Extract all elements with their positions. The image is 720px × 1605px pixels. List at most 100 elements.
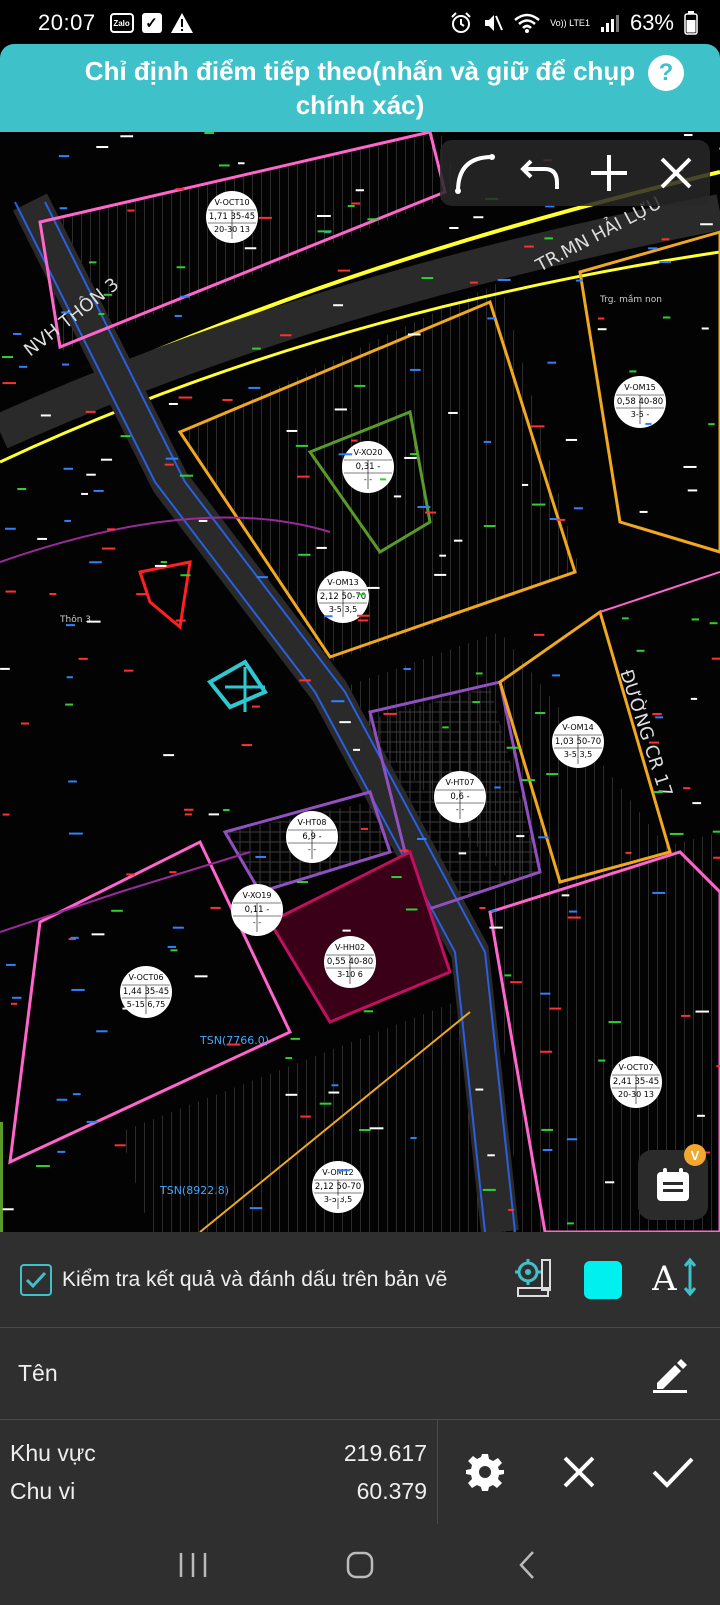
color-swatch[interactable] [584, 1260, 622, 1299]
notification-badge: V [684, 1144, 706, 1166]
cad-marker [530, 425, 545, 428]
cad-marker [98, 313, 105, 316]
cad-marker [72, 1093, 81, 1096]
network-label: Vo)) LTE1 [550, 17, 590, 28]
parcel-code: V-XO19 [243, 891, 272, 900]
cad-marker [687, 489, 698, 492]
perimeter-line: Chu vi 60.379 [10, 1472, 427, 1510]
cad-marker [692, 802, 702, 805]
cad-marker [338, 453, 353, 456]
cad-marker [65, 703, 74, 706]
cad-marker [339, 721, 351, 724]
cad-marker [331, 1084, 339, 1087]
back-icon[interactable] [497, 1540, 557, 1590]
settings-button[interactable] [457, 1444, 513, 1500]
cad-marker [567, 916, 581, 919]
cad-marker [483, 440, 492, 443]
cad-marker [96, 146, 109, 149]
cad-marker [544, 237, 553, 240]
cad-marker [442, 726, 449, 729]
cad-marker [605, 1181, 615, 1184]
name-row[interactable]: Tên [0, 1328, 720, 1420]
cad-marker [10, 1002, 18, 1005]
stats: Khu vực 219.617 Chu vi 60.379 [0, 1420, 438, 1524]
cad-marker [652, 891, 666, 894]
text-size-icon[interactable]: A [651, 1256, 698, 1303]
cad-marker [351, 439, 358, 442]
recent-apps-icon[interactable] [163, 1540, 223, 1590]
cad-marker [252, 347, 261, 350]
calendar-button[interactable]: V [638, 1144, 708, 1220]
cad-marker [280, 334, 292, 337]
cad-marker [549, 1007, 562, 1010]
cad-marker [183, 808, 194, 811]
cad-marker [521, 483, 529, 486]
cad-marker [218, 164, 230, 167]
cad-marker [653, 791, 663, 794]
cad-marker [198, 519, 208, 522]
cad-marker [421, 277, 434, 280]
name-label: Tên [18, 1360, 58, 1386]
cad-marker [342, 929, 351, 932]
cad-marker [648, 247, 658, 250]
cad-marker [17, 488, 27, 491]
cad-marker [608, 1021, 621, 1024]
cad-marker [204, 132, 214, 135]
check-row: Kiểm tra kết quả và đánh dấu trên bản vẽ… [0, 1232, 720, 1328]
help-button[interactable]: ? [648, 55, 684, 91]
cad-marker [573, 507, 583, 510]
cad-marker [85, 410, 96, 413]
cad-marker [639, 510, 648, 513]
cad-marker [561, 894, 570, 897]
home-icon[interactable] [330, 1540, 390, 1590]
cad-marker [709, 622, 718, 625]
cad-marker [661, 238, 670, 241]
edit-name-button[interactable] [648, 1352, 692, 1396]
cad-marker [2, 1208, 14, 1211]
cad-marker [356, 614, 370, 617]
map-label: Trg. mầm non [599, 294, 662, 305]
close-icon [563, 1456, 595, 1488]
status-time: 20:07 [38, 10, 96, 35]
cad-marker [410, 453, 418, 456]
parcel-tag: V-XO190,11 -- - [231, 884, 283, 936]
cad-marker [357, 593, 366, 596]
zalo-icon: Zalo [109, 13, 134, 33]
parcel-code: V-OM13 [327, 578, 359, 587]
cad-marker [86, 1120, 98, 1123]
cad-marker [540, 1050, 553, 1053]
area-value: 219.617 [343, 1439, 427, 1466]
arc-icon[interactable] [446, 145, 502, 201]
cad-marker [101, 547, 116, 550]
verify-checkbox[interactable] [20, 1263, 52, 1296]
zalo-text: Zalo [109, 13, 134, 33]
cad-marker [681, 1014, 691, 1017]
parcel-code: V-OCT06 [128, 973, 163, 982]
cad-marker [64, 519, 71, 522]
confirm-button[interactable] [645, 1444, 701, 1500]
cad-marker [533, 633, 545, 636]
cad-marker [531, 503, 546, 506]
parcel-code: V-OM14 [562, 723, 594, 732]
cad-marker [2, 382, 17, 385]
close-icon[interactable] [648, 145, 704, 201]
notification-icons: Zalo ✓ [109, 12, 194, 34]
checkmark-icon [652, 1457, 694, 1488]
cad-marker [78, 657, 88, 660]
undo-icon[interactable] [513, 145, 569, 201]
parcel-code: V-HT08 [298, 818, 327, 827]
stats-row: Khu vực 219.617 Chu vi 60.379 [0, 1420, 720, 1524]
measure-settings-icon[interactable] [512, 1256, 554, 1303]
cad-marker [648, 741, 660, 744]
parcel-tag: V-OCT072,41 35-4520-30 13 [610, 1056, 662, 1108]
cad-marker [111, 909, 123, 912]
cad-marker [36, 1165, 50, 1168]
cancel-button[interactable] [551, 1444, 607, 1500]
cad-marker [176, 266, 186, 269]
cad-map-canvas[interactable]: NVH THÔN 3 TR.MN HẢI LỰU ĐƯỜNG CR 17 Thô… [0, 132, 720, 1232]
cad-marker [399, 849, 409, 852]
add-icon[interactable] [581, 145, 637, 201]
cad-marker [355, 189, 364, 192]
cad-marker [508, 1208, 515, 1211]
cad-marker [417, 506, 431, 509]
